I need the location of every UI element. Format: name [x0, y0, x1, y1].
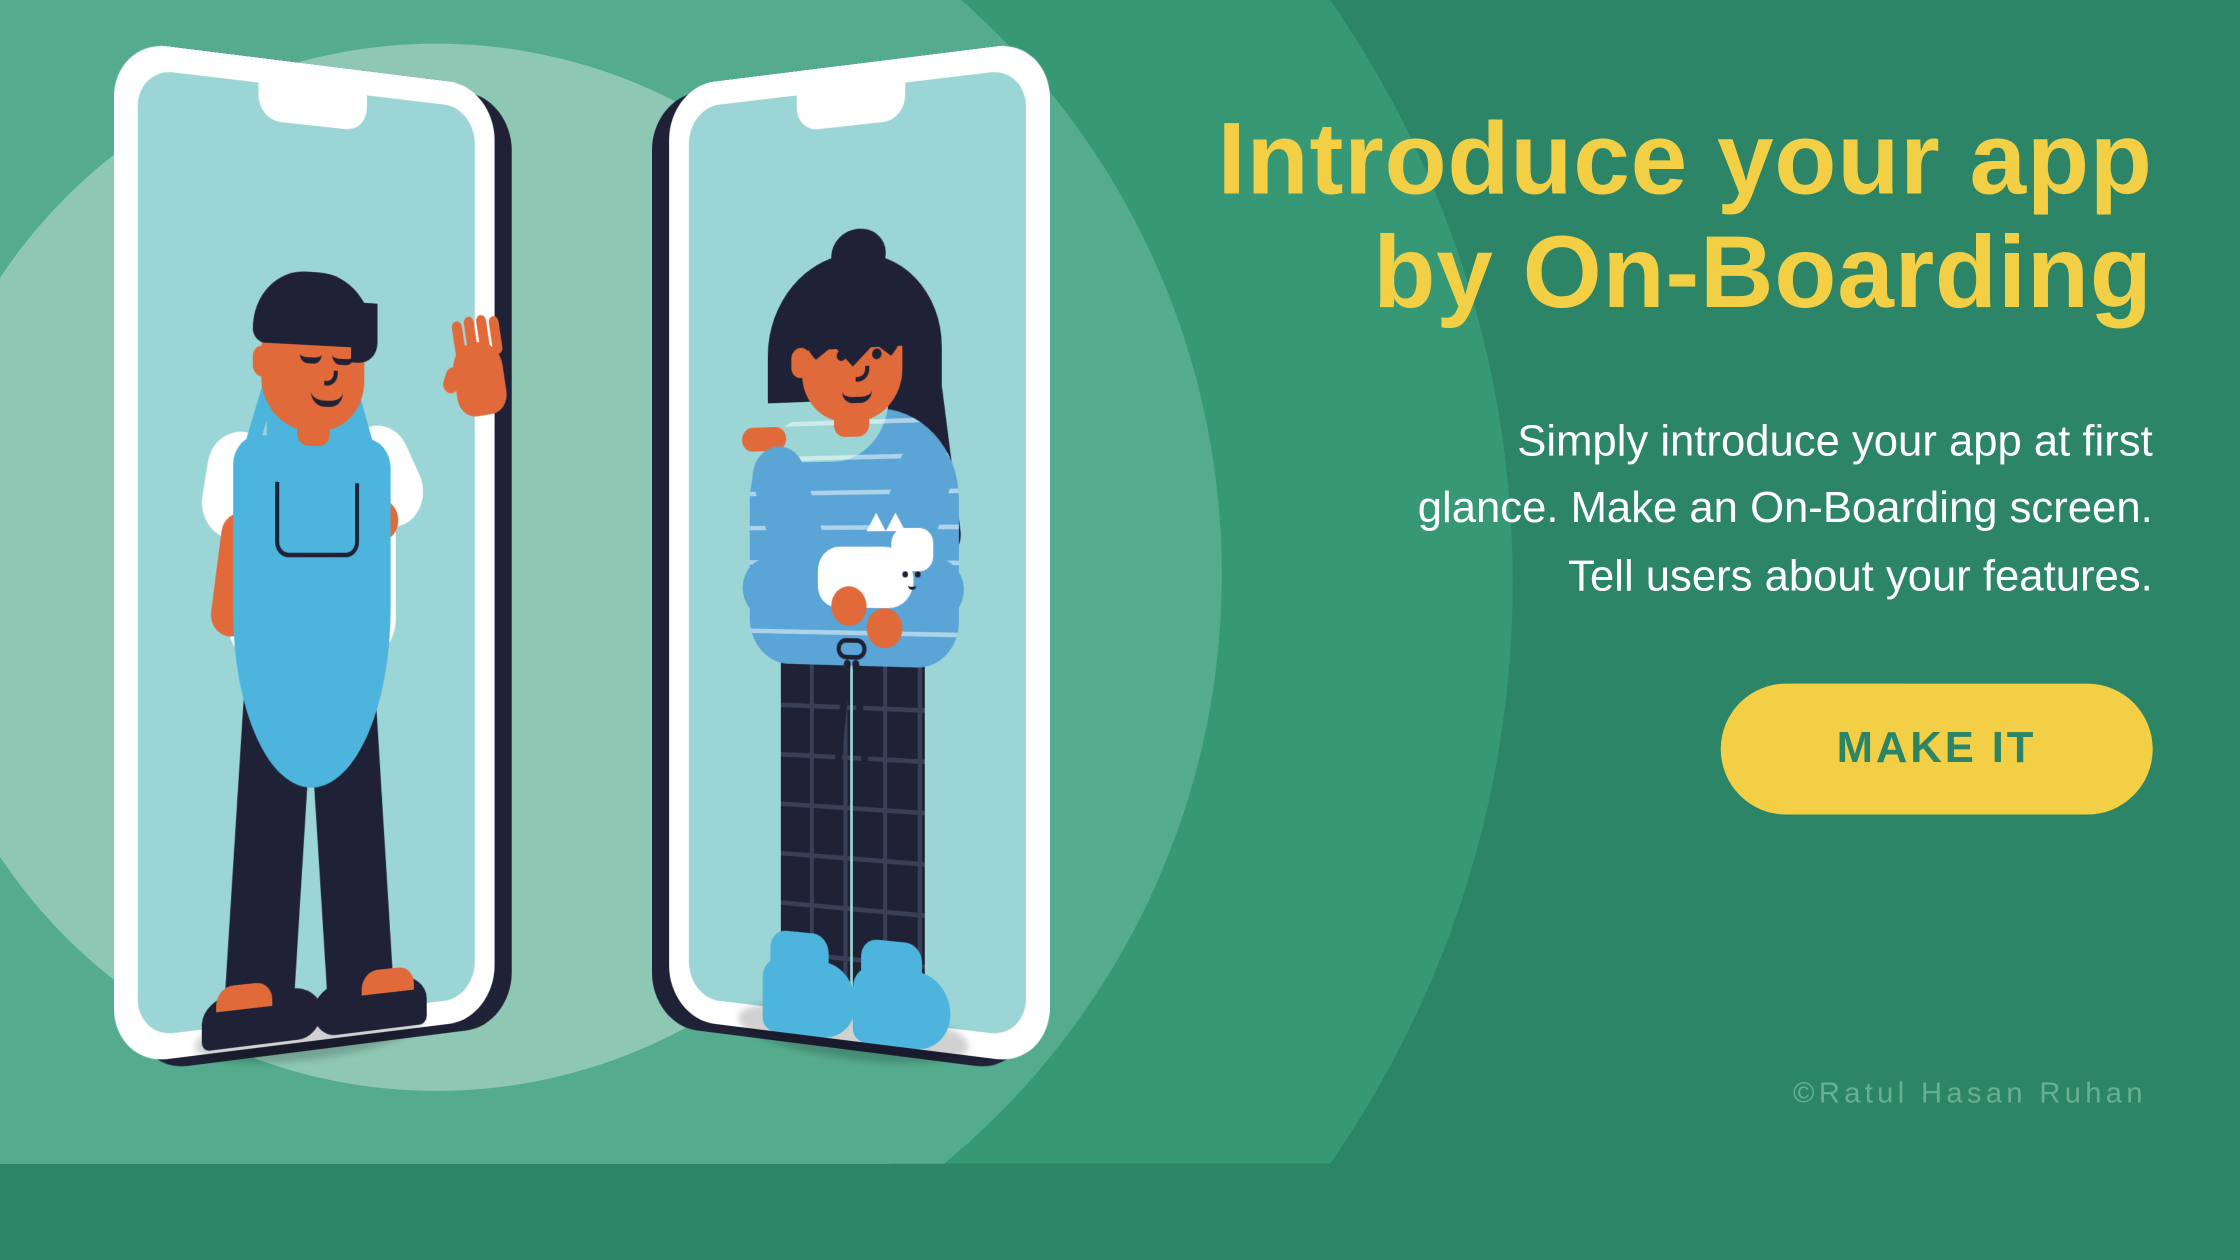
drawstring-knot: [837, 638, 867, 660]
phone-left: [114, 40, 495, 1066]
headline: Introduce your app by On-Boarding: [1164, 102, 2153, 330]
phone-left-screen: [138, 68, 475, 1037]
headline-line-1: Introduce your app: [1218, 102, 2153, 215]
subheadline: Simply introduce your app at first glanc…: [1164, 408, 2153, 611]
person-woman-cat: [706, 178, 1005, 1066]
hand: [831, 586, 866, 626]
credit-text: ©Ratul Hasan Ruhan: [1793, 1078, 2147, 1111]
ear: [791, 347, 810, 378]
phone-right: [669, 40, 1050, 1066]
headline-line-2: by On-Boarding: [1373, 216, 2152, 329]
hand: [867, 608, 903, 649]
eyebrow: [831, 334, 853, 343]
hero-banner: Introduce your app by On-Boarding Simply…: [0, 0, 2240, 1164]
phone-left-frame: [114, 40, 495, 1066]
sub-line-2: glance. Make an On-Boarding screen.: [1418, 485, 2153, 533]
ear: [253, 345, 272, 377]
copy-block: Introduce your app by On-Boarding Simply…: [1164, 102, 2153, 815]
cat-face: [900, 568, 928, 590]
phone-right-screen: [689, 68, 1026, 1037]
phone-left-notch: [258, 83, 367, 132]
person-man-apron: [158, 178, 457, 1066]
phone-right-frame: [669, 40, 1050, 1066]
illustration-phones: [87, 87, 1076, 1105]
sock: [853, 965, 950, 1053]
drawstring: [837, 644, 867, 767]
eyebrow: [867, 332, 889, 341]
sub-line-3: Tell users about your features.: [1568, 552, 2153, 600]
sub-line-1: Simply introduce your app at first: [1517, 417, 2152, 465]
phone-right-notch: [797, 83, 906, 132]
make-it-button[interactable]: MAKE IT: [1720, 684, 2152, 815]
